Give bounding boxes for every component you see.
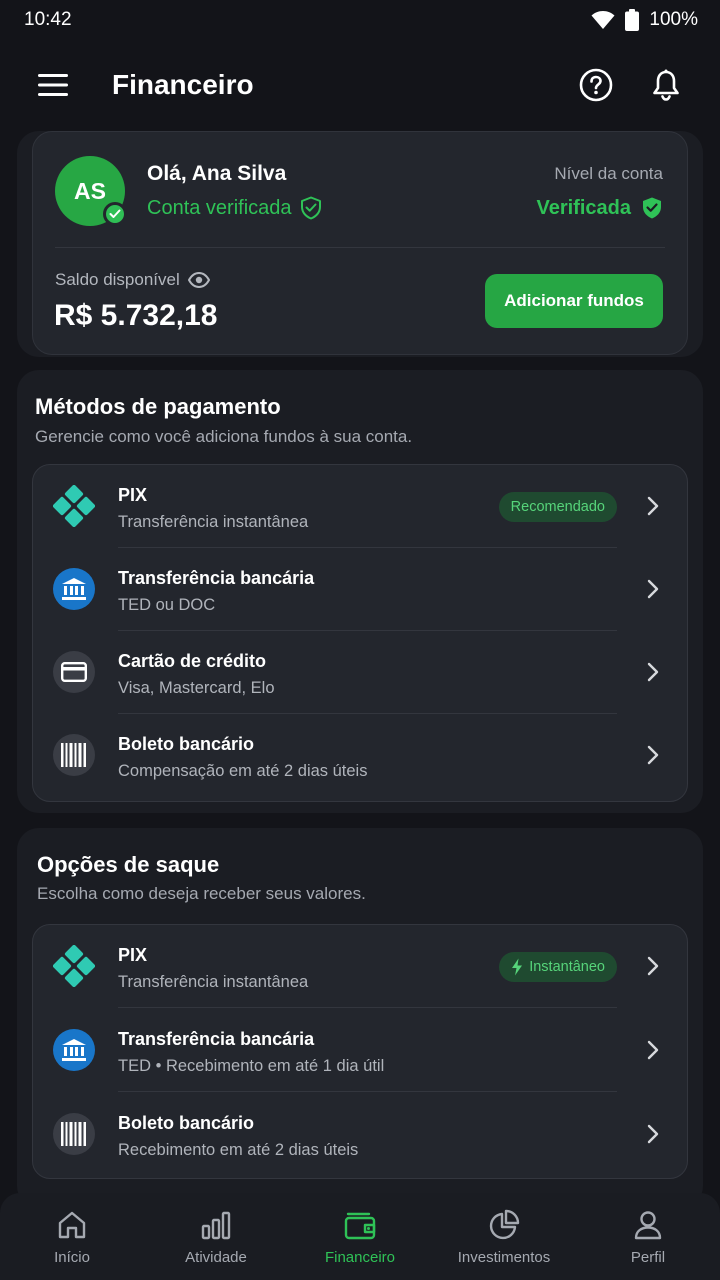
card-divider [55,247,665,248]
badge-text: Instantâneo [529,959,605,975]
section-subtitle: Escolha como deseja receber seus valores… [37,884,366,903]
battery-icon [625,9,640,31]
section-subtitle: Gerencie como você adiciona fundos à sua… [35,427,413,446]
bank-icon [53,1029,95,1071]
nav-item-inicio[interactable]: Início [0,1193,144,1280]
row-title: Boleto bancário [118,734,255,754]
withdraw-options-list: PIX Transferência instantânea Instantâne… [32,924,688,1179]
withdraw-option-bank-transfer[interactable]: Transferência bancária TED • Recebimento… [33,1009,687,1092]
verified-text: Conta verificada [147,196,292,219]
payment-method-credit-card[interactable]: Cartão de crédito Visa, Mastercard, Elo [33,631,687,714]
row-subtitle: TED ou DOC [118,596,216,614]
account-level-value: Verificada [536,196,631,219]
row-title: Transferência bancária [118,1029,315,1049]
pix-icon [53,945,95,987]
instant-badge: Instantâneo [499,952,617,982]
row-title: PIX [118,945,148,965]
nav-item-atividade[interactable]: Atividade [144,1193,288,1280]
nav-item-investimentos[interactable]: Investimentos [432,1193,576,1280]
nav-label: Financeiro [324,1249,396,1266]
menu-button[interactable] [36,68,70,102]
chevron-right-icon [647,1040,659,1060]
withdraw-options-section: Opções de saque Escolha como deseja rece… [17,828,703,1208]
wifi-icon [591,11,615,29]
chevron-right-icon [647,745,659,765]
bottom-navigation: Início Atividade Financeiro Investimento… [0,1193,720,1280]
payment-method-boleto[interactable]: Boleto bancário Compensação em até 2 dia… [33,714,687,797]
nav-label: Perfil [630,1249,666,1266]
add-funds-button[interactable]: Adicionar fundos [485,274,663,328]
barcode-icon [53,734,95,776]
notifications-button[interactable] [648,67,684,103]
wallet-icon [344,1212,376,1240]
battery-level: 100% [649,9,698,30]
home-icon [58,1211,86,1239]
row-subtitle: Visa, Mastercard, Elo [118,679,275,697]
row-title: PIX [118,485,148,505]
status-time: 10:42 [24,9,72,30]
app-bar: Financeiro [0,50,720,120]
row-divider [118,1091,617,1092]
person-icon [634,1211,662,1240]
status-icons: 100% [591,9,698,31]
nav-item-perfil[interactable]: Perfil [576,1193,720,1280]
avatar-initials: AS [74,177,106,204]
recommended-badge: Recomendado [498,492,617,522]
pie-chart-icon [489,1209,520,1240]
payment-method-bank-transfer[interactable]: Transferência bancária TED ou DOC [33,548,687,631]
chevron-right-icon [647,579,659,599]
page-title: Financeiro [112,69,254,100]
pix-icon [53,485,95,527]
menu-icon [38,74,68,96]
greeting: Olá, Ana Silva [147,162,287,185]
withdraw-option-pix[interactable]: PIX Transferência instantânea Instantâne… [33,925,687,1008]
row-divider [118,1007,617,1008]
row-subtitle: Recebimento em até 2 dias úteis [118,1141,359,1159]
section-title: Métodos de pagamento [35,394,281,419]
payment-methods-section: Métodos de pagamento Gerencie como você … [17,370,703,813]
row-title: Cartão de crédito [118,651,267,671]
help-icon [579,68,613,102]
app-bar-actions [578,67,684,103]
account-card: AS Olá, Ana Silva Conta verificada Nível… [32,131,688,355]
row-title: Boleto bancário [118,1113,255,1133]
nav-label: Investimentos [457,1249,551,1266]
chevron-right-icon [647,956,659,976]
credit-card-icon [53,651,95,693]
badge-text: Recomendado [510,499,605,515]
nav-item-financeiro[interactable]: Financeiro [288,1193,432,1280]
balance-value: R$ 5.732,18 [54,299,218,332]
eye-icon[interactable] [187,272,210,288]
account-level-label: Nível da conta [554,164,663,183]
verified-status: Conta verificada [147,196,322,220]
row-title: Transferência bancária [118,568,315,588]
status-bar: 10:42 100% [0,0,720,40]
balance-label: Saldo disponível [55,270,210,290]
lightning-icon [512,958,523,976]
avatar: AS [55,156,127,226]
verified-badge-icon [103,202,127,226]
row-subtitle: Transferência instantânea [118,513,309,531]
nav-label: Início [54,1249,90,1266]
shield-check-icon [643,197,661,219]
help-button[interactable] [578,67,614,103]
account-level: Verificada [536,196,663,220]
payment-methods-list: PIX Transferência instantânea Recomendad… [32,464,688,802]
row-subtitle: Compensação em até 2 dias úteis [118,762,368,780]
bell-icon [653,69,679,101]
withdraw-option-boleto[interactable]: Boleto bancário Recebimento em até 2 dia… [33,1093,687,1176]
barcode-icon [53,1113,95,1155]
section-title: Opções de saque [37,852,220,877]
chevron-right-icon [647,1124,659,1144]
shield-check-icon [300,196,321,220]
nav-label: Atividade [185,1249,247,1266]
balance-label-text: Saldo disponível [55,270,180,289]
payment-method-pix[interactable]: PIX Transferência instantânea Recomendad… [33,465,687,548]
chevron-right-icon [647,662,659,682]
row-subtitle: TED • Recebimento em até 1 dia útil [118,1057,385,1075]
bank-icon [53,568,95,610]
row-subtitle: Transferência instantânea [118,973,309,991]
bar-chart-icon [201,1211,231,1240]
chevron-right-icon [647,496,659,516]
